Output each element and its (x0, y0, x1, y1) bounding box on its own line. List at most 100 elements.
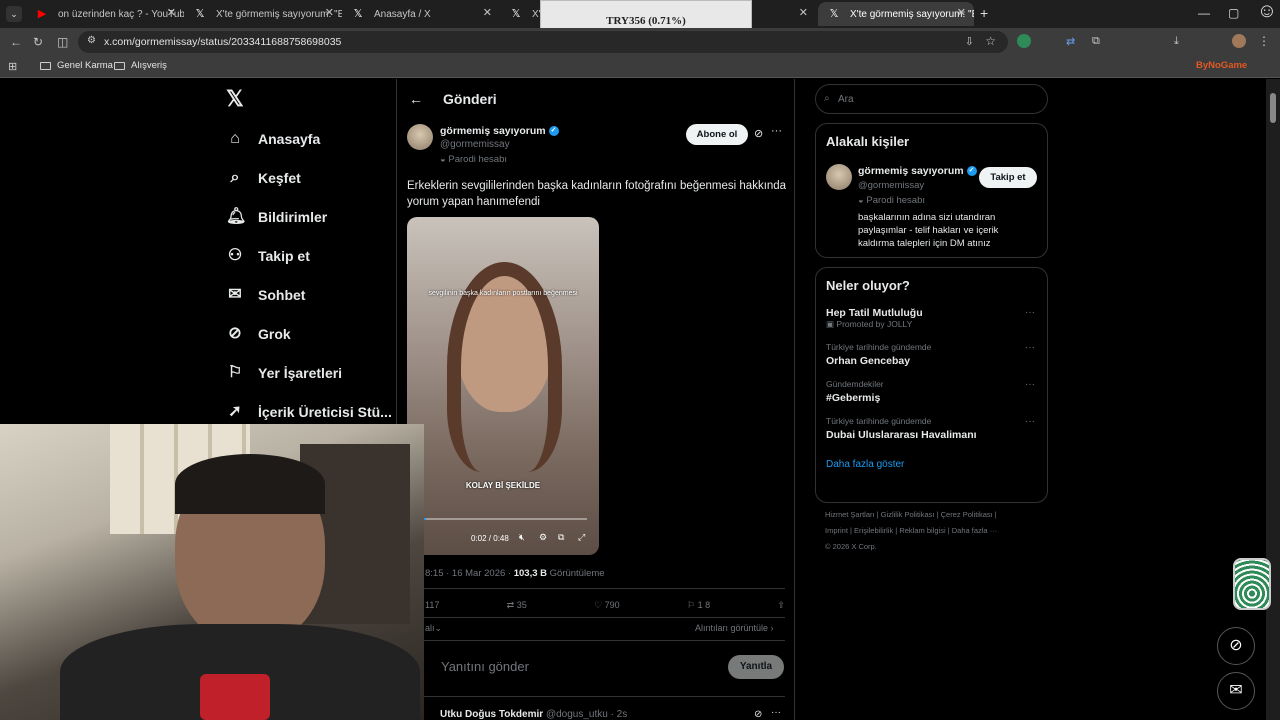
author-avatar[interactable] (407, 124, 433, 150)
address-bar[interactable]: ⚙ x.com/gormemissay/status/2033411688758… (78, 31, 1008, 53)
scrollbar-thumb[interactable] (1270, 93, 1276, 123)
pip-icon[interactable]: ⧉ (558, 532, 564, 543)
bookmark-action[interactable]: ⚐ 1 8 (687, 600, 710, 611)
close-icon[interactable]: ✕ (957, 6, 966, 19)
webcam-overlay (0, 424, 424, 720)
browser-tab-x-post[interactable]: 𝕏 X'te görmemiş sayıyorum: "Erk ✕ (184, 2, 342, 26)
maximize-icon[interactable]: ▢ (1228, 6, 1239, 20)
close-icon[interactable]: ✕ (483, 6, 492, 19)
folder-icon (40, 61, 51, 70)
repost-icon: ⇄ (506, 600, 515, 610)
puzzle-icon[interactable]: ⧉ (1092, 35, 1100, 48)
footer-link[interactable]: Hizmet Şartları (825, 510, 875, 519)
nav-item-bookmarks[interactable]: ⚐ Yer İşaretleri (220, 353, 395, 392)
trend-item[interactable]: Hep Tatil Mutluluğu ▣ Promoted by JOLLY … (826, 307, 1037, 330)
home-icon: ⌂ (230, 129, 240, 147)
grok-fab-icon[interactable]: ⊘ (1217, 627, 1255, 665)
install-icon[interactable]: ⇩ (965, 35, 974, 48)
follow-button[interactable]: Takip et (979, 167, 1037, 188)
page-scrollbar[interactable] (1266, 79, 1280, 720)
quotes-link[interactable]: Alıntıları görüntüle › (695, 623, 774, 633)
settings-icon[interactable]: ⚙ (539, 532, 547, 543)
bookmark-genel-karma[interactable]: Genel Karma (40, 60, 113, 71)
share-icon[interactable]: ⇪ (777, 600, 785, 611)
subscribe-button[interactable]: Abone ol (686, 124, 748, 145)
related-name-row[interactable]: görmemiş sayıyorum ✓ (858, 165, 977, 177)
trend-item[interactable]: Gündemdekiler #Gebermiş ··· (826, 379, 1037, 404)
profile-avatar[interactable] (1232, 34, 1246, 48)
search-input[interactable]: ⌕ Ara (815, 84, 1048, 114)
reply-action[interactable]: 117 (425, 600, 439, 611)
tab-search-icon[interactable]: ⌄ (6, 6, 22, 22)
footer-link[interactable]: Imprint (825, 526, 848, 535)
more-icon[interactable]: ··· (1025, 307, 1035, 318)
sidebar-icon[interactable]: ◫ (57, 35, 68, 49)
more-icon[interactable]: ··· (771, 707, 781, 718)
nav-item-explore[interactable]: ⌕ Keşfet (220, 158, 395, 197)
nav-item-notifications[interactable]: 🔔︎ Bildirimler (220, 197, 395, 236)
grok-icon[interactable]: ⊘ (754, 127, 763, 140)
left-navigation: 𝕏 ⌂ Anasayfa ⌕ Keşfet 🔔︎ Bildirimler ⚇ Takip… (220, 79, 395, 431)
show-more-link[interactable]: Daha fazla göster (826, 459, 1037, 470)
footer-link[interactable]: Çerez Politikası (941, 510, 993, 519)
site-info-icon[interactable]: ⚙ (87, 35, 96, 46)
related-avatar[interactable] (826, 164, 852, 190)
back-icon[interactable]: ← (10, 35, 22, 49)
footer-link[interactable]: Gizlilik Politikası (881, 510, 935, 519)
more-icon[interactable]: ··· (1025, 416, 1035, 427)
url-text: x.com/gormemissay/status/203341168875869… (104, 36, 342, 48)
fullscreen-icon[interactable]: ⤢ (578, 532, 585, 543)
footer-link[interactable]: Reklam bilgisi (899, 526, 945, 535)
next-reply-author[interactable]: Utku Doğus Tokdemir @dogus_utku · 2s (440, 709, 627, 720)
trend-item[interactable]: Türkiye tarihinde gündemde Dubai Uluslar… (826, 416, 1037, 441)
more-icon[interactable]: ··· (1025, 379, 1035, 390)
related-handle[interactable]: @gormemissay (858, 180, 924, 191)
mute-icon[interactable]: 🔇︎ (519, 532, 525, 543)
nav-item-home[interactable]: ⌂ Anasayfa (220, 119, 395, 158)
messages-fab-icon[interactable]: ✉ (1217, 672, 1255, 710)
nav-item-follow[interactable]: ⚇ Takip et (220, 236, 395, 275)
close-icon[interactable]: ✕ (799, 6, 808, 19)
bookmarks-bar: ⊞ Genel Karma Alışveriş ByNoGame (0, 56, 1280, 78)
close-icon[interactable]: ✕ (167, 6, 176, 19)
menu-icon[interactable]: ⋮ (1258, 34, 1270, 48)
post-timestamp[interactable]: 8:15 · 16 Mar 2026 · (425, 568, 514, 579)
more-icon[interactable]: ··· (1025, 342, 1035, 353)
reply-button[interactable]: Yanıtla (728, 655, 784, 679)
nav-item-grok[interactable]: ⊘ Grok (220, 314, 395, 353)
footer-link[interactable]: Erişilebilirlik (854, 526, 893, 535)
trend-item[interactable]: Türkiye tarihinde gündemde Orhan Genceba… (826, 342, 1037, 367)
trends-title: Neler oluyor? (826, 278, 910, 293)
nav-item-chat[interactable]: ✉ Sohbet (220, 275, 395, 314)
post-text: Erkeklerin sevgililerinden başka kadınla… (407, 180, 787, 208)
extension-icon[interactable] (1017, 34, 1031, 48)
close-icon[interactable]: ✕ (325, 6, 334, 19)
bookmark-alisveris[interactable]: Alışveriş (114, 60, 167, 71)
like-action[interactable]: ♡ 790 (594, 600, 620, 611)
video-progress-track[interactable] (419, 518, 587, 520)
x-logo-icon[interactable]: 𝕏 (220, 79, 395, 119)
star-icon[interactable]: ☆ (985, 34, 996, 48)
download-icon[interactable]: ⤓ (1174, 35, 1179, 48)
browser-tab-youtube[interactable]: ▶ on üzerinden kaç ? - YouTube ✕ (26, 2, 184, 26)
reload-icon[interactable]: ↻ (33, 35, 43, 49)
browser-tab-x-post-active[interactable]: 𝕏 X'te görmemiş sayıyorum: "Erk ✕ (818, 2, 974, 26)
relevance-dropdown[interactable]: alı⌄ (425, 623, 442, 634)
translate-icon[interactable]: ⇄ (1066, 35, 1075, 48)
grok-icon[interactable]: ⊘ (754, 709, 762, 720)
green-widget-icon (1233, 558, 1271, 610)
trends-card: Neler oluyor? Hep Tatil Mutluluğu ▣ Prom… (815, 267, 1048, 503)
back-arrow-icon[interactable]: ← (409, 91, 423, 107)
footer-link[interactable]: Daha fazla ··· (952, 526, 997, 535)
reply-input[interactable]: Yanıtını gönder (441, 659, 529, 674)
author-name-row[interactable]: görmemiş sayıyorum ✓ (440, 125, 559, 137)
repost-action[interactable]: ⇄ 35 (507, 600, 527, 611)
more-icon[interactable]: ··· (771, 125, 782, 137)
author-handle[interactable]: @gormemissay (440, 139, 510, 150)
post-column: ← Gönderi görmemiş sayıyorum ✓ @gormemis… (396, 79, 795, 720)
apps-icon[interactable]: ⊞ (8, 60, 17, 73)
minimize-icon[interactable]: — (1198, 6, 1210, 20)
video-player[interactable]: sevgilinin başka kadınların postlarını b… (407, 217, 599, 555)
new-tab-icon[interactable]: + (980, 5, 988, 21)
browser-tab-x-home[interactable]: 𝕏 Anasayfa / X ✕ (342, 2, 500, 26)
